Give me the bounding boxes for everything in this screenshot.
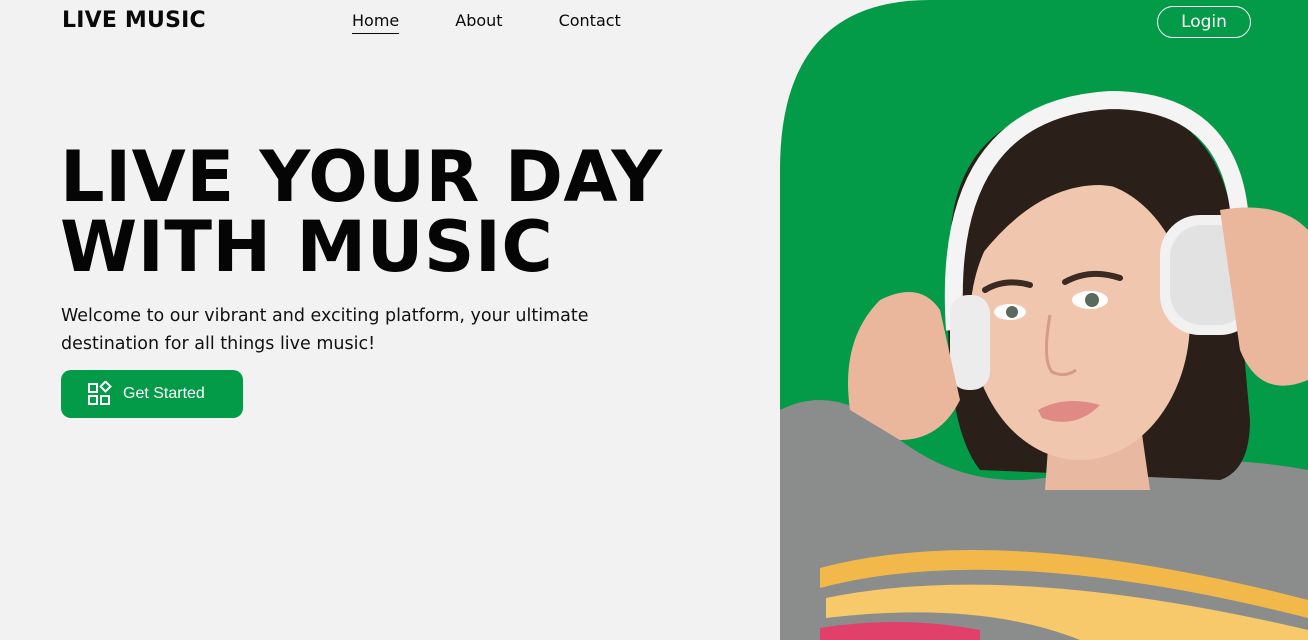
get-started-button[interactable]: Get Started: [61, 370, 243, 418]
apps-grid-icon: [88, 381, 112, 405]
hero-intro-text: Welcome to our vibrant and exciting plat…: [61, 306, 589, 354]
login-button[interactable]: Login: [1157, 6, 1251, 38]
get-started-label: Get Started: [123, 385, 205, 402]
nav-link-about[interactable]: About: [455, 11, 502, 34]
site-logo[interactable]: LIVE MUSIC: [62, 8, 206, 33]
headline-line-1: LIVE YOUR DAY: [60, 136, 663, 218]
hero-image: [780, 0, 1308, 640]
hero-headline: LIVE YOUR DAY WITH MUSIC: [60, 142, 760, 282]
nav-link-home[interactable]: Home: [352, 11, 400, 34]
landing-page: LIVE MUSIC Home About Contact Login LIVE…: [0, 0, 1308, 640]
headline-line-2: WITH MUSIC: [60, 206, 554, 288]
nav-link-contact[interactable]: Contact: [559, 11, 621, 34]
main-nav: Home About Contact: [352, 11, 621, 34]
